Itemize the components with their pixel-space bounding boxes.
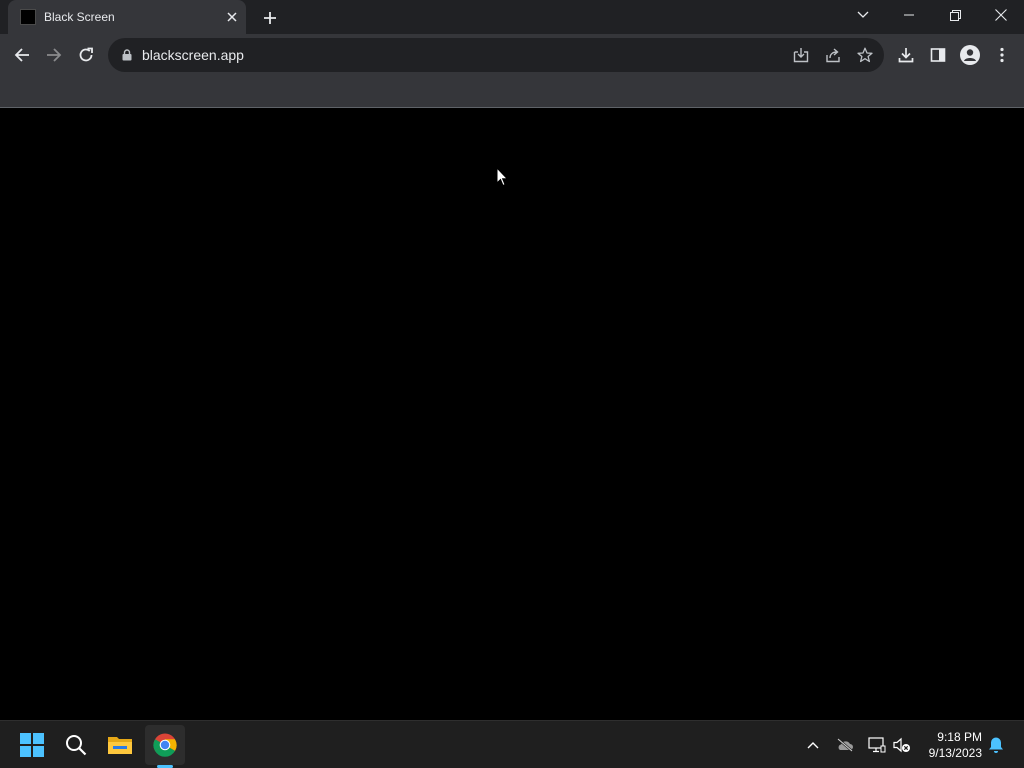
tab-search-button[interactable] xyxy=(840,0,886,30)
windows-start-icon xyxy=(20,733,44,757)
black-screen-page[interactable] xyxy=(0,109,1024,720)
clock-date: 9/13/2023 xyxy=(928,746,982,760)
network-icon xyxy=(868,737,886,753)
side-panel-icon xyxy=(930,48,946,62)
file-explorer-icon xyxy=(108,737,132,754)
chrome-taskbar-button[interactable] xyxy=(145,725,185,765)
forward-button[interactable] xyxy=(38,39,70,71)
restore-icon xyxy=(949,9,961,21)
onedrive-tray-icon[interactable] xyxy=(835,735,855,755)
url-text[interactable]: blackscreen.app xyxy=(142,47,244,63)
new-tab-button[interactable] xyxy=(258,6,282,30)
plus-icon xyxy=(264,12,276,24)
show-hidden-icons-button[interactable] xyxy=(803,735,823,755)
file-explorer-button[interactable] xyxy=(100,725,140,765)
tab-close-button[interactable] xyxy=(222,7,242,27)
share-icon[interactable] xyxy=(821,43,845,67)
taskbar: 9:18 PM 9/13/2023 xyxy=(0,720,1024,768)
network-tray-icon[interactable] xyxy=(867,735,887,755)
back-arrow-icon xyxy=(14,48,29,62)
download-icon xyxy=(898,48,914,63)
restore-button[interactable] xyxy=(932,0,978,30)
tab-strip: Black Screen xyxy=(0,0,1024,34)
search-icon xyxy=(66,735,87,756)
onedrive-cloud-off-icon xyxy=(837,738,853,752)
install-app-icon[interactable] xyxy=(789,43,813,67)
tab-title: Black Screen xyxy=(44,10,115,24)
profile-icon xyxy=(960,45,980,65)
close-window-button[interactable] xyxy=(978,0,1024,30)
address-bar[interactable]: blackscreen.app xyxy=(108,38,884,72)
chevron-up-icon xyxy=(807,742,819,749)
mouse-cursor-icon xyxy=(496,167,508,187)
start-button[interactable] xyxy=(12,725,52,765)
reload-icon xyxy=(79,47,93,62)
minimize-button[interactable] xyxy=(886,0,932,30)
close-icon xyxy=(227,12,237,22)
chrome-menu-button[interactable] xyxy=(986,39,1018,71)
menu-kebab-icon xyxy=(1000,47,1004,63)
chrome-icon xyxy=(153,733,177,757)
profile-button[interactable] xyxy=(954,39,986,71)
bookmarks-bar xyxy=(0,76,1024,108)
downloads-button[interactable] xyxy=(890,39,922,71)
system-clock[interactable]: 9:18 PM 9/13/2023 xyxy=(918,729,982,761)
forward-arrow-icon xyxy=(47,48,62,62)
black-square-icon xyxy=(20,9,36,25)
close-icon xyxy=(995,9,1007,21)
back-button[interactable] xyxy=(6,39,38,71)
volume-muted-icon xyxy=(893,737,910,753)
side-panel-button[interactable] xyxy=(922,39,954,71)
search-button[interactable] xyxy=(56,725,96,765)
chevron-down-icon xyxy=(857,11,869,18)
clock-time: 9:18 PM xyxy=(937,730,982,744)
reload-button[interactable] xyxy=(70,39,102,71)
bookmark-star-icon[interactable] xyxy=(853,43,877,67)
notification-bell-icon xyxy=(989,737,1003,753)
minimize-icon xyxy=(904,14,914,16)
browser-toolbar: blackscreen.app xyxy=(0,34,1024,76)
volume-tray-icon[interactable] xyxy=(892,735,912,755)
browser-tab[interactable]: Black Screen xyxy=(8,0,246,34)
lock-icon[interactable] xyxy=(120,48,134,62)
notification-center-button[interactable] xyxy=(986,735,1006,755)
